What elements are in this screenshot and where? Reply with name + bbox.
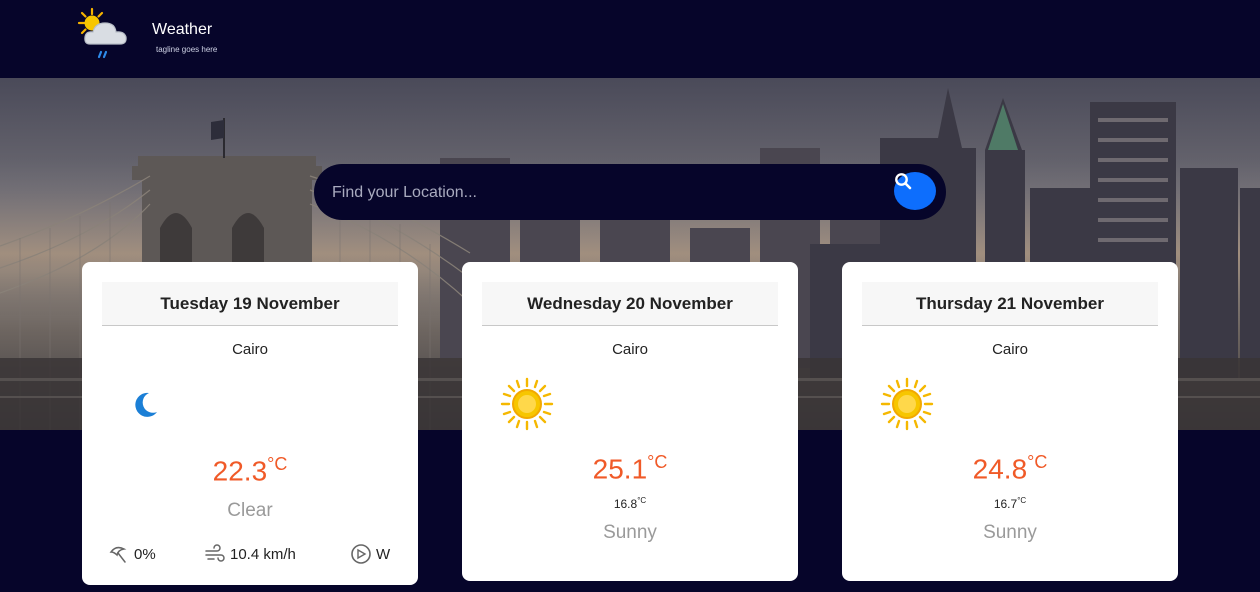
temperature-unit: °C [1027,452,1048,472]
min-temperature-value: 16.7 [993,497,1018,511]
temperature-unit: °C [647,452,668,472]
min-temperature-unit: °C [1017,496,1027,505]
search-icon [895,173,912,190]
card-temperature: 22.3°C [82,454,418,487]
rain-value: 0% [134,545,156,563]
card-condition: Sunny [983,522,1037,543]
min-temperature-unit: °C [637,496,647,505]
card-city: Cairo [232,341,268,358]
card-temperature: 25.1°C [462,452,798,485]
search-button[interactable] [894,172,936,210]
card-condition: Clear [227,500,273,521]
search-input[interactable] [330,174,894,212]
app-tagline: tagline goes here [156,45,218,54]
card-city: Cairo [612,341,648,358]
sun-icon [880,377,934,431]
temperature-value: 24.8 [972,453,1028,485]
wind-stat: 10.4 km/h [204,543,296,565]
compass-icon [351,544,371,564]
direction-value: W [376,545,391,563]
card-temperature: 24.8°C [842,452,1178,485]
temperature-unit: °C [267,454,288,474]
wind-icon [205,544,225,562]
site-header: Weather tagline goes here [0,0,1260,78]
card-date: Thursday 21 November [862,282,1158,326]
rain-stat: 0% [108,543,156,565]
sun-icon [500,377,554,431]
umbrella-icon [109,546,127,563]
card-date: Wednesday 20 November [482,282,778,326]
forecast-card-day2: Wednesday 20 November Cairo 25.1°C 16.8°… [462,262,798,581]
card-min-temperature: 16.7°C [842,496,1178,511]
app-title[interactable]: Weather [152,21,212,39]
moon-icon [135,392,157,417]
card-stats: 0% 10.4 km/h W [82,543,418,567]
card-min-temperature: 16.8°C [462,496,798,511]
weather-logo-icon[interactable] [74,6,134,64]
direction-stat: W [350,543,390,565]
forecast-card-day3: Thursday 21 November Cairo 24.8°C 16.7°C [842,262,1178,581]
search-bar [314,164,946,220]
temperature-value: 25.1 [592,453,648,485]
wind-value: 10.4 km/h [230,545,296,563]
card-date: Tuesday 19 November [102,282,398,326]
forecast-card-today: Tuesday 19 November Cairo 22.3°C Clear 0… [82,262,418,585]
temperature-value: 22.3 [212,455,268,487]
min-temperature-value: 16.8 [613,497,638,511]
card-city: Cairo [992,341,1028,358]
card-condition: Sunny [603,522,657,543]
